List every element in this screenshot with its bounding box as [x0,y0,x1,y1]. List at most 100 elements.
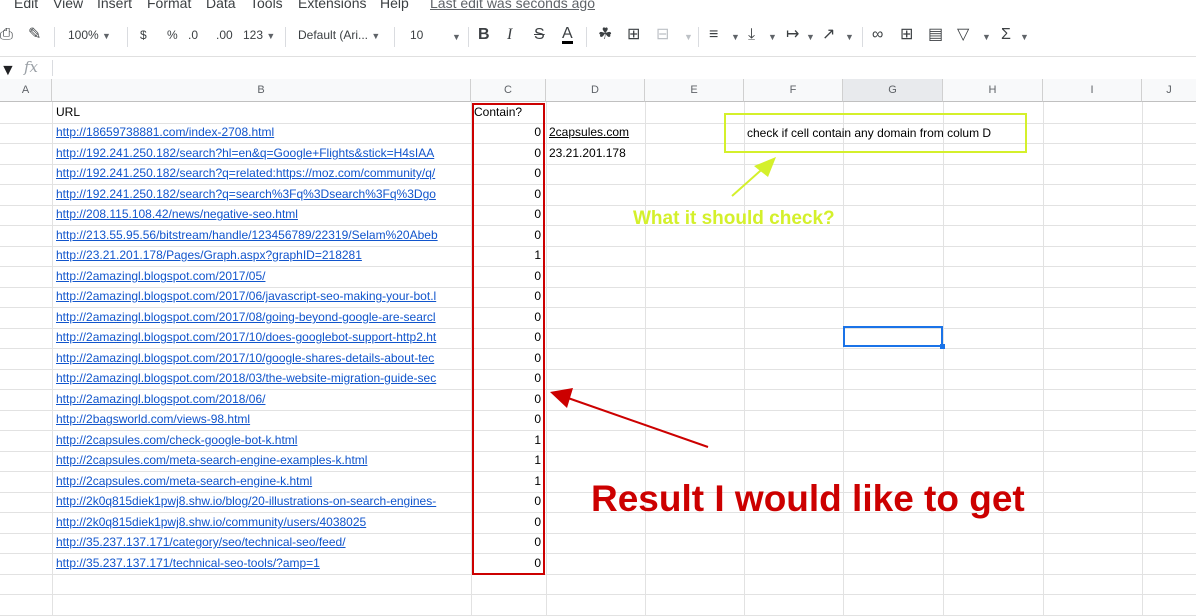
column-header-h[interactable]: H [943,79,1043,102]
chart-icon[interactable]: ▤ [928,26,943,44]
url-cell[interactable]: http://2amazingl.blogspot.com/2017/10/do… [56,327,470,347]
align-left-icon[interactable]: ≡ [709,26,718,44]
italic-button[interactable]: I [507,26,512,44]
selected-cell[interactable] [843,326,943,347]
currency-button[interactable]: $ [140,28,147,42]
toolbar-divider [54,27,55,47]
formula-divider [52,60,53,76]
column-header-i[interactable]: I [1043,79,1142,102]
toolbar-divider [862,27,863,47]
link-icon[interactable]: ∞ [872,26,883,44]
url-cell[interactable]: http://213.55.95.56/bitstream/handle/123… [56,225,470,245]
more-formats-button[interactable]: 123 ▼ [243,28,275,42]
last-edit-link[interactable]: Last edit was seconds ago [430,0,595,11]
comment-icon[interactable]: ⊞ [900,26,913,44]
merge-cells-icon[interactable]: ⊟ [656,26,669,44]
url-cell[interactable]: http://2capsules.com/check-google-bot-k.… [56,430,470,450]
column-header-j[interactable]: J [1142,79,1196,102]
url-cell[interactable]: http://2k0q815diek1pwj8.shw.io/blog/20-i… [56,491,470,511]
url-cell[interactable]: http://2capsules.com/meta-search-engine-… [56,471,470,491]
menu-tools[interactable]: Tools [250,0,283,11]
print-icon[interactable]: ⎙ [0,26,13,44]
toolbar-divider [586,27,587,47]
grid-line [943,102,944,615]
menu-extensions[interactable]: Extensions [298,0,366,11]
sheet-grid[interactable]: URL Contain? http://18659738881.com/inde… [0,102,1196,616]
menu-format[interactable]: Format [147,0,191,11]
url-cell[interactable]: http://2amazingl.blogspot.com/2018/03/th… [56,368,470,388]
column-header-f[interactable]: F [744,79,843,102]
note-box: check if cell contain any domain from co… [724,113,1027,153]
menu-view[interactable]: View [53,0,83,11]
decrease-decimal-button[interactable]: .0 [188,28,198,42]
url-cell[interactable]: http://2k0q815diek1pwj8.shw.io/community… [56,512,470,532]
grid-line [1142,102,1143,615]
url-cell[interactable]: http://208.115.108.42/news/negative-seo.… [56,204,470,224]
fill-handle[interactable] [940,344,945,349]
url-cell[interactable]: http://18659738881.com/index-2708.html [56,122,470,142]
column-header-g[interactable]: G [843,79,943,102]
url-cell[interactable]: http://192.241.250.182/search?q=related:… [56,163,470,183]
toolbar-divider [698,27,699,47]
grid-line [645,102,646,615]
text-color-button[interactable]: A [562,26,573,44]
font-size-select[interactable]: 10 [410,28,423,42]
url-cell[interactable]: http://35.237.137.171/category/seo/techn… [56,532,470,552]
url-cell[interactable]: http://2amazingl.blogspot.com/2018/06/ [56,389,470,409]
menu-help[interactable]: Help [380,0,409,11]
zoom-select[interactable]: 100% ▼ [68,28,111,42]
url-cell[interactable]: http://2amazingl.blogspot.com/2017/05/ [56,266,470,286]
chevron-down-icon[interactable]: ▼ [452,32,461,42]
url-cell[interactable]: http://192.241.250.182/search?hl=en&q=Go… [56,143,470,163]
column-header-b[interactable]: B [52,79,471,102]
paint-format-icon[interactable]: ✎ [28,26,41,44]
grid-line [744,102,745,615]
strikethrough-button[interactable]: S [534,26,545,44]
font-size-value: 10 [410,28,424,42]
url-header[interactable]: URL [56,102,356,122]
menu-edit[interactable]: Edit [14,0,38,11]
bold-button[interactable]: B [478,26,490,44]
grid-line [843,102,844,615]
menu-data[interactable]: Data [206,0,236,11]
fx-icon: fx [24,58,39,76]
url-cell[interactable]: http://35.237.137.171/technical-seo-tool… [56,553,470,573]
grid-line [0,594,1196,595]
toolbar-divider [394,27,395,47]
menu-insert[interactable]: Insert [97,0,132,11]
chevron-down-icon[interactable]: ▼ [0,62,16,80]
text-wrap-icon[interactable]: ↦ [786,26,799,44]
url-cell[interactable]: http://2amazingl.blogspot.com/2017/10/go… [56,348,470,368]
grid-line [52,102,53,615]
url-cell[interactable]: http://2capsules.com/meta-search-engine-… [56,450,470,470]
result-highlight-box [472,103,545,575]
borders-icon[interactable]: ⊞ [627,26,640,44]
font-select[interactable]: Default (Ari... ▼ [298,28,380,42]
vertical-align-icon[interactable]: ⤓ [748,26,755,44]
url-cell[interactable]: http://2bagsworld.com/views-98.html [56,409,470,429]
question-annotation: What it should check? [633,208,835,229]
url-cell[interactable]: http://2amazingl.blogspot.com/2017/08/go… [56,307,470,327]
column-header-d[interactable]: D [546,79,645,102]
more-formats-label: 123 [243,28,264,42]
domain-cell[interactable]: 23.21.201.178 [549,143,643,163]
percent-button[interactable]: % [167,28,178,42]
column-header-e[interactable]: E [645,79,744,102]
chevron-down-icon: ▼ [266,31,276,41]
column-header-a[interactable]: A [0,79,52,102]
functions-button[interactable]: Σ [1001,26,1011,44]
grid-line [546,102,547,615]
fill-color-icon[interactable]: ☘ [598,26,612,44]
filter-icon[interactable]: ▽ [957,26,969,44]
url-cell[interactable]: http://2amazingl.blogspot.com/2017/06/ja… [56,286,470,306]
chevron-down-icon: ▼ [768,32,777,42]
formula-bar: ▼ fx [0,56,1196,80]
url-cell[interactable]: http://23.21.201.178/Pages/Graph.aspx?gr… [56,245,470,265]
column-header-c[interactable]: C [471,79,546,102]
url-cell[interactable]: http://192.241.250.182/search?q=search%3… [56,184,470,204]
text-rotate-icon[interactable]: ↗ [822,26,835,44]
font-value: Default (Ari... [298,28,369,42]
increase-decimal-button[interactable]: .00 [216,28,233,42]
domain-cell[interactable]: 2capsules.com [549,122,643,142]
toolbar-divider [127,27,128,47]
